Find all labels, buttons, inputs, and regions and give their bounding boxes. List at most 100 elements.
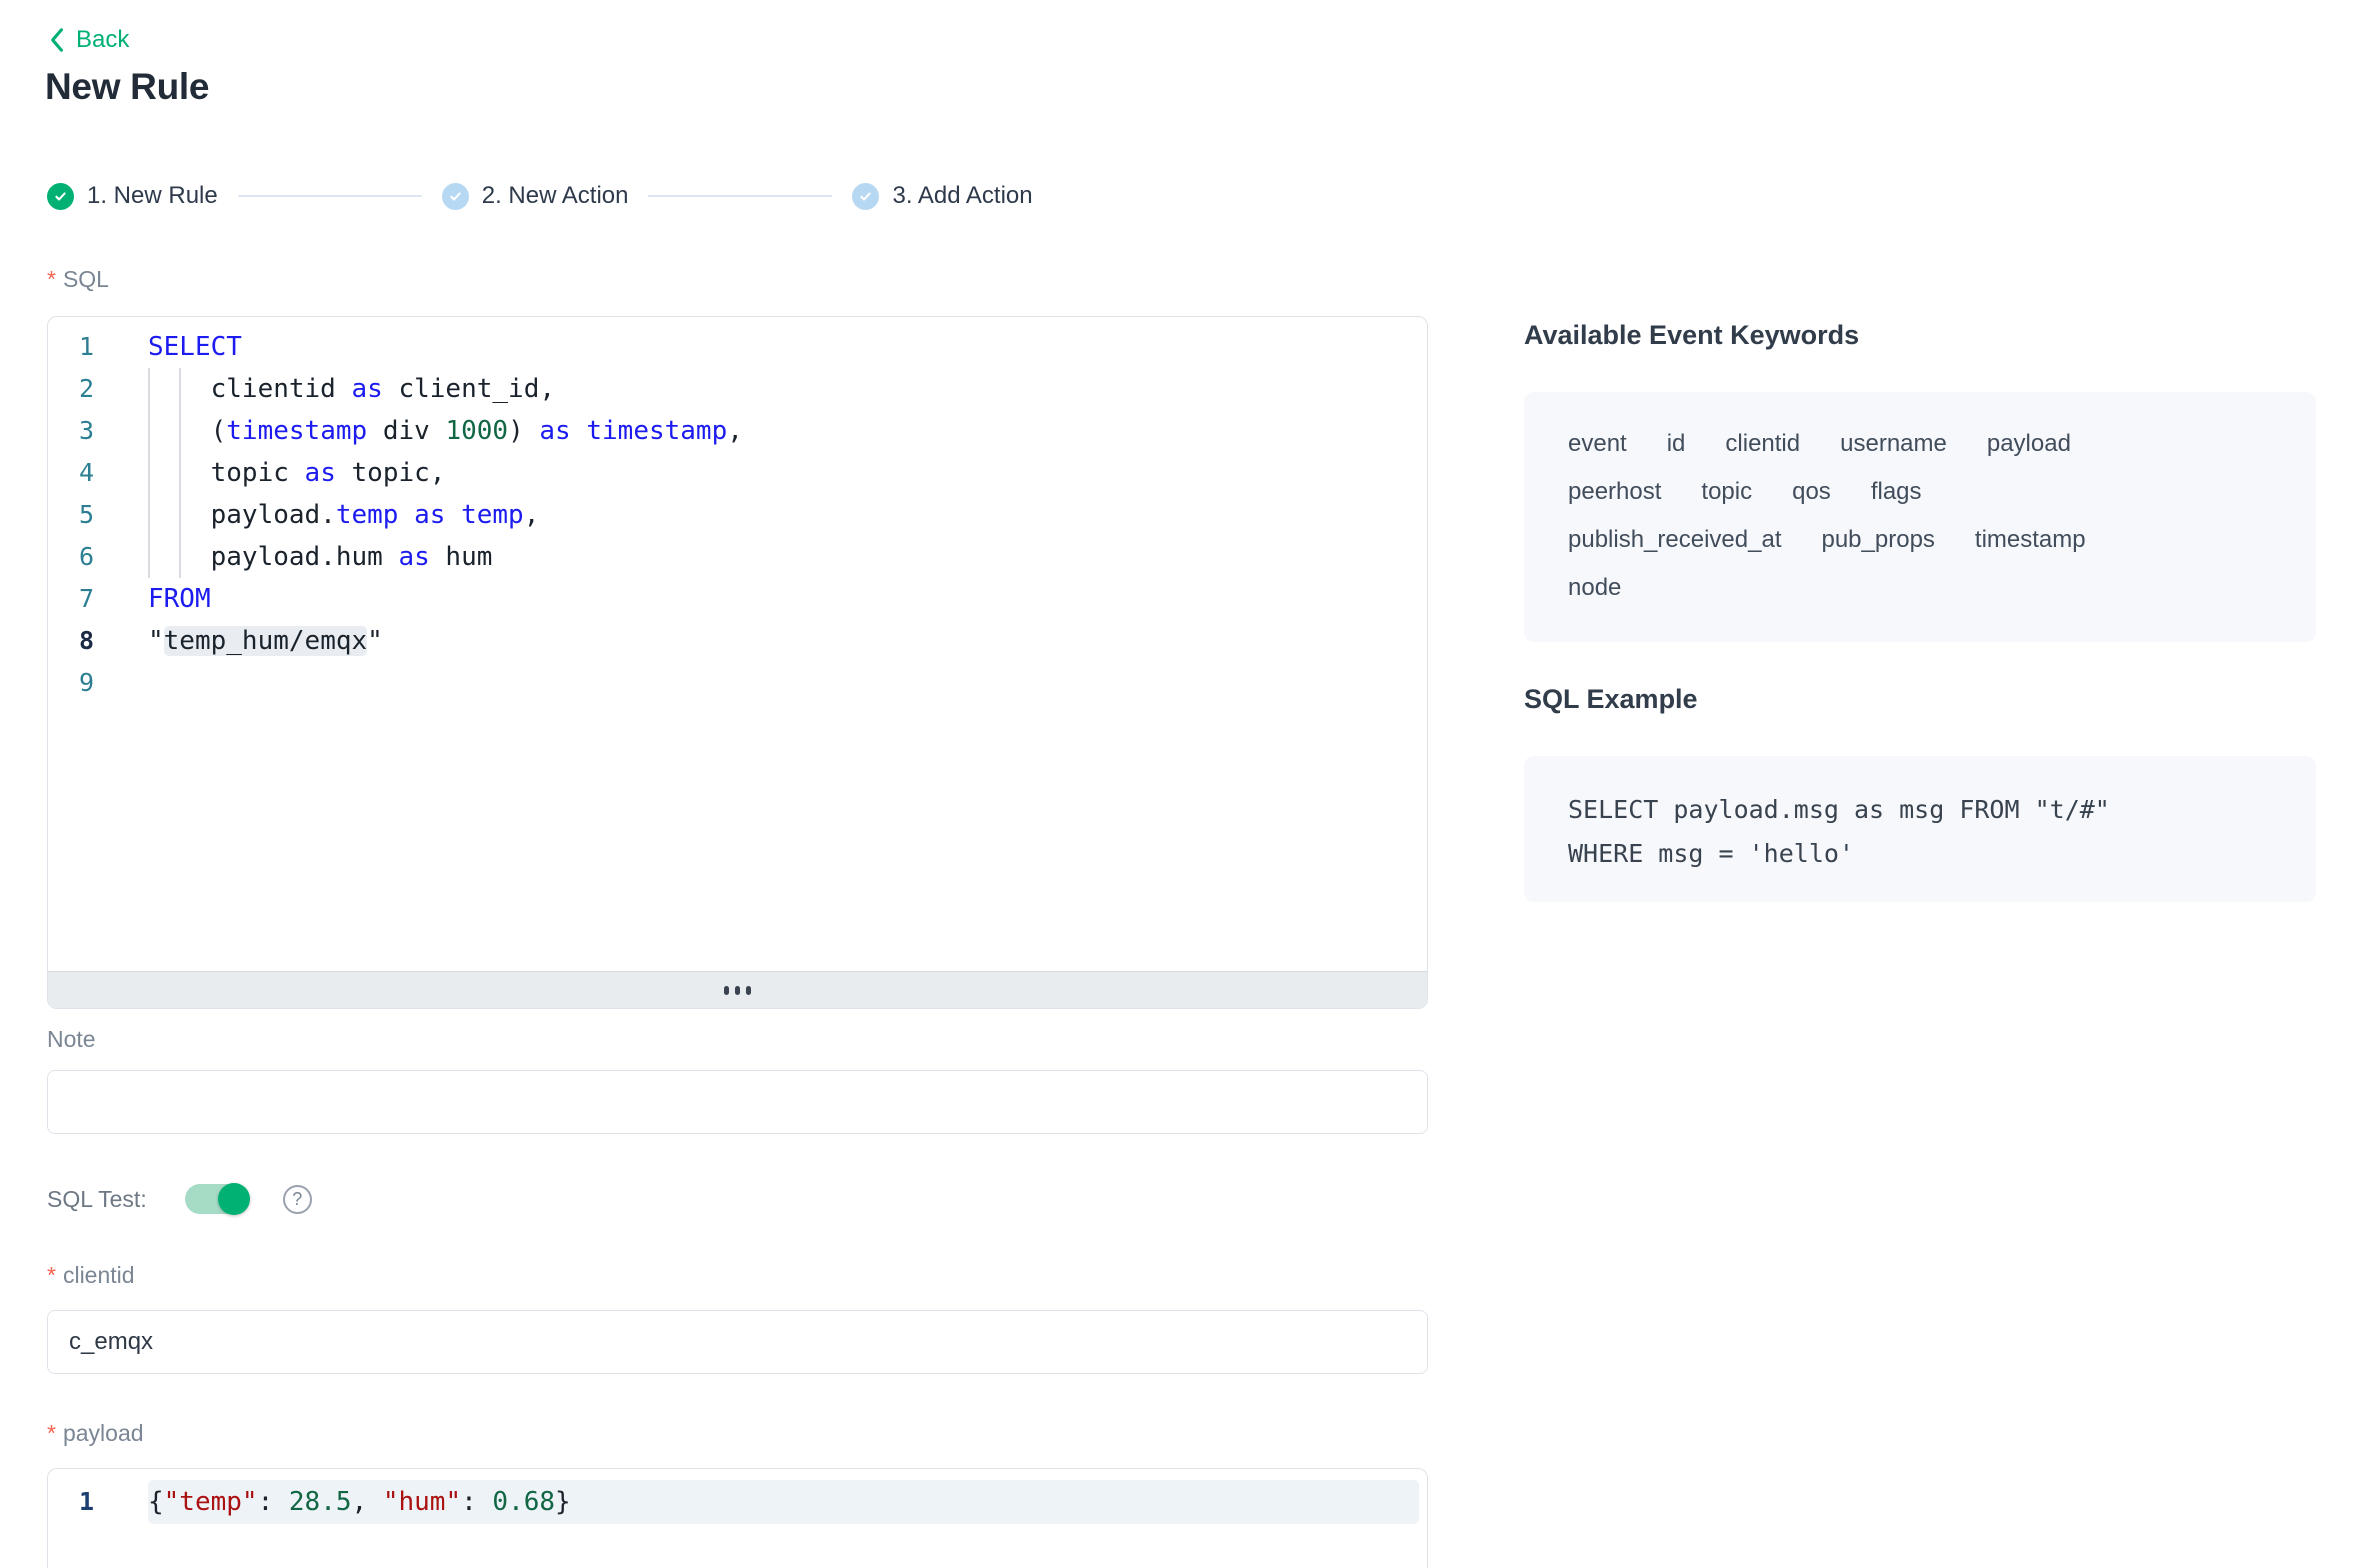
required-asterisk: * <box>47 266 56 293</box>
sql-test-row: SQL Test: ? <box>47 1182 312 1216</box>
payload-field-label: * payload <box>47 1420 144 1447</box>
code-token: : <box>461 1487 492 1517</box>
code-token: client_id, <box>383 374 555 404</box>
sql-example-line: SELECT payload.msg as msg FROM "t/#" <box>1568 788 2272 832</box>
code-token: temp <box>461 500 524 530</box>
code-token: FROM <box>148 584 211 614</box>
code-token: { <box>148 1487 164 1517</box>
line-number-gutter: 1 <box>48 1480 118 1524</box>
payload-code-lines: 1{"temp": 28.5, "hum": 0.68} <box>48 1469 1427 1524</box>
code-line: 1 SELECT <box>48 326 1427 368</box>
line-number-gutter: 7 <box>48 578 118 620</box>
sql-example-line: WHERE msg = 'hello' <box>1568 832 2272 876</box>
code-content: SELECT <box>148 326 242 368</box>
resize-dots-icon <box>724 986 729 995</box>
line-number-gutter: 2 <box>48 368 118 410</box>
code-token: "temp" <box>164 1487 258 1517</box>
editor-resize-handle[interactable] <box>48 971 1427 1008</box>
back-button[interactable]: Back <box>48 26 129 54</box>
code-token: , <box>727 416 743 446</box>
code-token: ( <box>148 416 226 446</box>
code-token: , <box>352 1487 383 1517</box>
code-token: 28.5 <box>289 1487 352 1517</box>
code-token: ) <box>508 416 539 446</box>
indent-guide <box>148 368 150 578</box>
keyword-item: clientid <box>1725 420 1800 468</box>
note-input[interactable] <box>47 1070 1428 1134</box>
keyword-row: eventidclientidusernamepayload <box>1568 420 2272 468</box>
step-check-icon <box>852 183 879 210</box>
code-token: payload.hum <box>148 542 398 572</box>
code-content: clientid as client_id, <box>148 368 555 410</box>
stepper: 1. New Rule 2. New Action 3. Add Action <box>47 180 1033 212</box>
resize-dots-icon <box>746 986 751 995</box>
sql-example-title: SQL Example <box>1524 684 1698 715</box>
keyword-item: flags <box>1871 468 1922 516</box>
page-title: New Rule <box>45 66 209 108</box>
stepper-step-1: 1. New Rule <box>47 182 218 210</box>
code-token <box>445 500 461 530</box>
stepper-step-2: 2. New Action <box>442 182 629 210</box>
sql-code-lines: 1SELECT2 clientid as client_id,3 (timest… <box>48 317 1427 971</box>
code-content: (timestamp div 1000) as timestamp, <box>148 410 743 452</box>
code-token: div <box>367 416 445 446</box>
keyword-item: pub_props <box>1821 516 1934 564</box>
keyword-item: node <box>1568 564 1621 612</box>
indent-guide <box>179 368 181 578</box>
code-token: temp <box>336 500 399 530</box>
code-token: 1000 <box>445 416 508 446</box>
payload-code-editor[interactable]: 1{"temp": 28.5, "hum": 0.68} <box>47 1468 1428 1568</box>
sql-example-panel: SELECT payload.msg as msg FROM "t/#"WHER… <box>1524 756 2316 902</box>
code-content: payload.hum as hum <box>148 536 492 578</box>
keyword-item: peerhost <box>1568 468 1661 516</box>
code-token: as <box>305 458 336 488</box>
code-token: " <box>367 626 383 656</box>
help-icon[interactable]: ? <box>283 1185 312 1214</box>
code-token <box>398 500 414 530</box>
code-token: payload. <box>148 500 336 530</box>
code-token: 0.68 <box>492 1487 555 1517</box>
code-token: as <box>414 500 445 530</box>
keyword-item: publish_received_at <box>1568 516 1781 564</box>
code-token: as <box>352 374 383 404</box>
code-token: temp_hum/emqx <box>164 626 368 656</box>
code-token <box>571 416 587 446</box>
stepper-connector <box>648 195 832 197</box>
keywords-panel: eventidclientidusernamepayloadpeerhostto… <box>1524 392 2316 642</box>
code-line: 8"temp_hum/emqx" <box>48 620 1427 662</box>
line-number-gutter: 3 <box>48 410 118 452</box>
code-line: 9 <box>48 662 1427 704</box>
toggle-knob <box>218 1183 250 1215</box>
clientid-input[interactable] <box>47 1310 1428 1374</box>
line-number-gutter: 1 <box>48 326 118 368</box>
keyword-item: id <box>1667 420 1686 468</box>
code-token: hum <box>430 542 493 572</box>
stepper-connector <box>238 195 422 197</box>
keyword-item: timestamp <box>1975 516 2086 564</box>
code-token: timestamp <box>586 416 727 446</box>
code-content: "temp_hum/emqx" <box>148 620 383 662</box>
line-number-gutter: 4 <box>48 452 118 494</box>
code-token: "hum" <box>383 1487 461 1517</box>
sql-code-editor[interactable]: 1SELECT2 clientid as client_id,3 (timest… <box>47 316 1428 1009</box>
step-label: 1. New Rule <box>87 182 218 210</box>
code-content: payload.temp as temp, <box>148 494 539 536</box>
keyword-row: node <box>1568 564 2272 612</box>
resize-dots-icon <box>735 986 740 995</box>
step-label: 3. Add Action <box>892 182 1032 210</box>
line-number-gutter: 9 <box>48 662 118 704</box>
step-check-icon <box>442 183 469 210</box>
keyword-item: qos <box>1792 468 1831 516</box>
help-question-mark: ? <box>292 1189 302 1210</box>
code-token: topic, <box>336 458 446 488</box>
code-line: 3 (timestamp div 1000) as timestamp, <box>48 410 1427 452</box>
chevron-left-icon <box>48 27 66 53</box>
keyword-row: publish_received_at pub_props timestamp <box>1568 516 2272 564</box>
code-token: timestamp <box>226 416 367 446</box>
sql-test-toggle[interactable] <box>185 1184 249 1214</box>
code-token: : <box>258 1487 289 1517</box>
code-token: " <box>148 626 164 656</box>
clientid-field-label: * clientid <box>47 1262 135 1289</box>
keywords-panel-title: Available Event Keywords <box>1524 320 1859 351</box>
code-line: 4 topic as topic, <box>48 452 1427 494</box>
